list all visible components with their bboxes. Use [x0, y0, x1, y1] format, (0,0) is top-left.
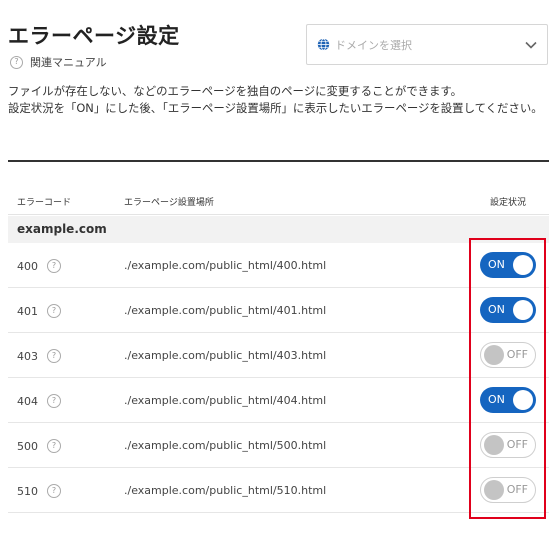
error-page-path: ./example.com/public_html/404.html	[124, 394, 327, 407]
related-manual-link[interactable]: ? 関連マニュアル	[10, 54, 107, 70]
error-code-cell: 403 ?	[17, 349, 61, 363]
page-description: ファイルが存在しない、などのエラーページを独自のページに変更することができます。…	[8, 84, 543, 115]
error-page-path: ./example.com/public_html/500.html	[124, 439, 327, 452]
header-error-page-location: エラーページ設置場所	[124, 198, 214, 208]
header-error-code: エラーコード	[17, 198, 72, 208]
error-code: 403	[17, 349, 38, 363]
help-icon[interactable]: ?	[47, 259, 61, 273]
error-code-cell: 400 ?	[17, 259, 61, 273]
toggle-knob	[513, 390, 533, 410]
error-code-cell: 401 ?	[17, 304, 61, 318]
help-icon[interactable]: ?	[47, 349, 61, 363]
error-page-path: ./example.com/public_html/403.html	[124, 349, 327, 362]
table-row: 401 ? ./example.com/public_html/401.html…	[8, 288, 549, 333]
related-manual-label: 関連マニュアル	[30, 56, 107, 69]
domain-select-placeholder: ドメインを選択	[335, 38, 412, 52]
toggle-knob	[484, 345, 504, 365]
error-page-path: ./example.com/public_html/401.html	[124, 304, 327, 317]
error-code: 510	[17, 484, 38, 498]
table-row: 404 ? ./example.com/public_html/404.html…	[8, 378, 549, 423]
table-row: 403 ? ./example.com/public_html/403.html…	[8, 333, 549, 378]
toggle-knob	[513, 300, 533, 320]
chevron-down-icon	[525, 41, 537, 49]
help-icon[interactable]: ?	[47, 484, 61, 498]
section-divider	[8, 160, 549, 162]
status-toggle[interactable]: ON	[480, 297, 536, 323]
help-icon: ?	[10, 55, 23, 69]
status-toggle[interactable]: OFF	[480, 477, 536, 503]
help-icon[interactable]: ?	[47, 439, 61, 453]
toggle-knob	[513, 255, 533, 275]
help-icon[interactable]: ?	[47, 304, 61, 318]
error-page-path: ./example.com/public_html/510.html	[124, 484, 327, 497]
help-icon[interactable]: ?	[47, 394, 61, 408]
toggle-label: OFF	[506, 483, 528, 496]
table-row: 500 ? ./example.com/public_html/500.html…	[8, 423, 549, 468]
status-toggle[interactable]: ON	[480, 387, 536, 413]
globe-icon	[317, 38, 330, 51]
toggle-label: ON	[488, 258, 505, 271]
toggle-label: OFF	[506, 438, 528, 451]
error-page-path: ./example.com/public_html/400.html	[124, 259, 327, 272]
error-code-cell: 510 ?	[17, 484, 61, 498]
error-code-cell: 500 ?	[17, 439, 61, 453]
page-title: エラーページ設定	[8, 24, 180, 48]
domain-group-row: example.com	[8, 216, 549, 243]
toggle-label: ON	[488, 303, 505, 316]
status-toggle[interactable]: OFF	[480, 342, 536, 368]
header-setting-status: 設定状況	[490, 198, 527, 208]
table-header: エラーコード エラーページ設置場所 設定状況	[8, 187, 549, 215]
toggle-knob	[484, 480, 504, 500]
error-code: 404	[17, 394, 38, 408]
error-code: 400	[17, 259, 38, 273]
error-code: 401	[17, 304, 38, 318]
error-code: 500	[17, 439, 38, 453]
toggle-knob	[484, 435, 504, 455]
domain-select[interactable]: ドメインを選択	[306, 24, 548, 65]
status-toggle[interactable]: ON	[480, 252, 536, 278]
table-row: 510 ? ./example.com/public_html/510.html…	[8, 468, 549, 513]
status-toggle[interactable]: OFF	[480, 432, 536, 458]
toggle-label: ON	[488, 393, 505, 406]
table-row: 400 ? ./example.com/public_html/400.html…	[8, 243, 549, 288]
error-code-cell: 404 ?	[17, 394, 61, 408]
toggle-label: OFF	[506, 348, 528, 361]
